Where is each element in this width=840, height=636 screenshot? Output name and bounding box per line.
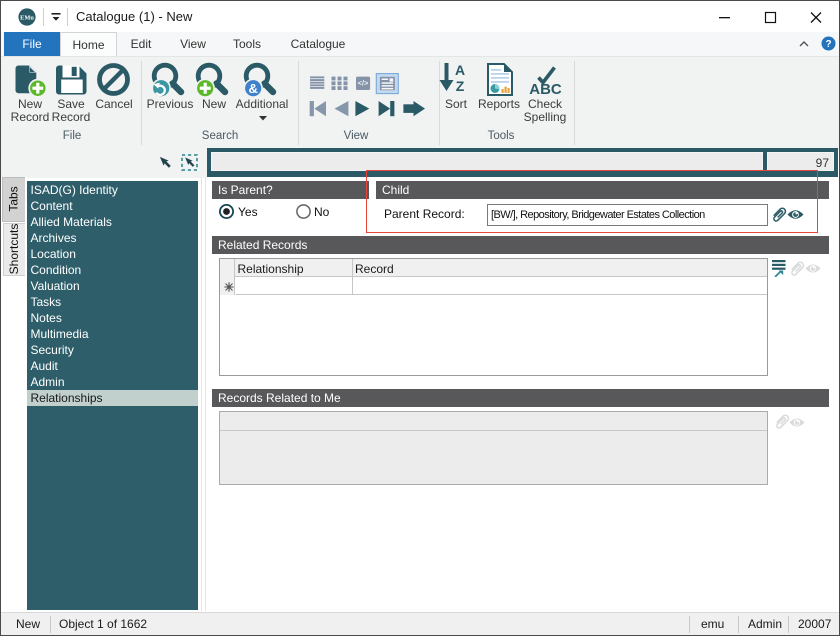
svg-text:</>: </> [358, 79, 369, 88]
svg-text:A: A [455, 63, 465, 78]
svg-text:Tabs: Tabs [7, 186, 21, 211]
svg-text:Shortcuts: Shortcuts [7, 224, 21, 275]
svg-text:&: & [249, 81, 258, 96]
svg-text:?: ? [825, 39, 831, 50]
svg-text:EMu: EMu [20, 15, 34, 22]
svg-text:ABC: ABC [529, 81, 562, 95]
svg-text:Z: Z [456, 78, 465, 94]
